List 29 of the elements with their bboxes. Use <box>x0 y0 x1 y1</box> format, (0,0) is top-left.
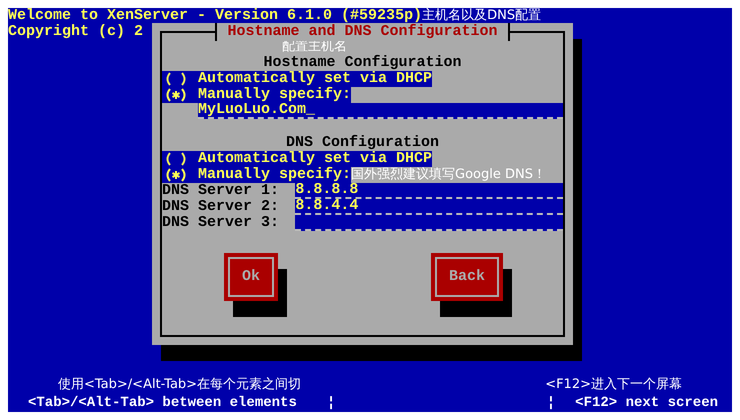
header-title: Welcome to XenServer - Version 6.1.0 (#59235p) <box>8 8 422 24</box>
radio-button[interactable] <box>164 88 188 102</box>
dialog-title: Hostname and DNS Configuration <box>215 23 510 41</box>
text-cursor: _ <box>306 101 316 118</box>
radio-label[interactable]: Automatically set via DHCP <box>189 151 432 167</box>
annotation-text: <F12>进入下一个屏幕 <box>545 376 682 394</box>
help-text: <Tab>/<Alt-Tab> between elements <box>28 394 297 412</box>
help-text: <F12> next screen <box>575 394 718 412</box>
input-field[interactable]: MyLuoLuo.Com_ <box>198 103 563 119</box>
radio-label[interactable]: Automatically set via DHCP <box>189 71 432 87</box>
separator-text: ¦ <box>546 394 556 412</box>
field-label: DNS Server 3: <box>162 215 280 231</box>
section-heading: DNS Configuration <box>286 135 440 151</box>
radio-label[interactable]: Manually specify: <box>189 87 352 103</box>
radio-label[interactable]: Manually specify: <box>189 167 352 183</box>
radio-button[interactable] <box>164 152 188 166</box>
section-heading: Hostname Configuration <box>263 55 462 71</box>
annotation-text: 国外强烈建议填写Google DNS！ <box>351 167 546 183</box>
field-label: DNS Server 2: <box>162 199 280 215</box>
field-label: DNS Server 1: <box>162 183 280 199</box>
input-field[interactable]: 8.8.8.8 <box>295 183 563 199</box>
input-field[interactable] <box>295 215 563 231</box>
input-field[interactable]: 8.8.4.4 <box>295 199 563 215</box>
annotation-text: 主机名以及DNS配置 <box>422 7 542 24</box>
radio-button[interactable] <box>164 168 188 182</box>
copyright-text: Copyright (c) 2 <box>8 24 144 40</box>
separator-text: ¦ <box>326 394 336 412</box>
annotation-text: 使用<Tab>/<Alt-Tab>在每个元素之间切 <box>58 376 302 394</box>
radio-button[interactable] <box>164 72 188 86</box>
